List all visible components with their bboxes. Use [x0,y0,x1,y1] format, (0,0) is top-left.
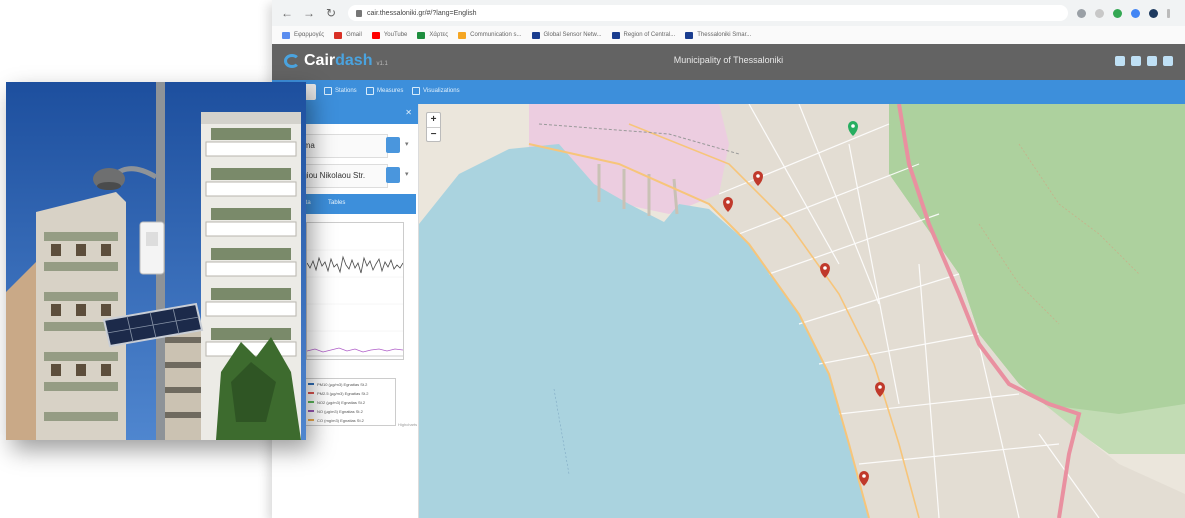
sensor-photo [6,82,306,440]
tab-tables[interactable]: Tables [328,200,345,206]
edit-pollutant-button[interactable] [386,137,400,153]
url-text: cair.thessaloniki.gr/#/?lang=English [367,9,477,17]
toolbar-measures[interactable]: Measures [366,87,403,95]
legend-item[interactable]: CO (mg/m3) Egnatias St.2 [308,416,395,424]
reload-icon[interactable]: ↻ [324,6,338,20]
app-header: Cair dash v1.1 Municipality of Thessalon… [272,44,1185,80]
legend-item[interactable]: PM10 (µg/m3) Egnatias St.2 [308,380,395,388]
pencil-icon [412,87,420,95]
legend-swatch [308,383,314,385]
bookmark-icon [611,31,620,39]
chart-credit[interactable]: Highcharts [398,422,417,427]
back-icon[interactable]: ← [280,6,294,20]
help-icon[interactable] [1163,56,1173,66]
map-tiles [419,104,1185,518]
bookmark-region[interactable]: Region of Central... [611,31,675,39]
puzzle-icon[interactable] [1131,8,1140,18]
bookmark-gmail[interactable]: Gmail [334,31,362,39]
bookmarks-bar: Εφαρμογές Gmail YouTube Χάρτες Communica… [272,26,1185,45]
address-bar: ← → ↻ cair.thessaloniki.gr/#/?lang=Engli… [272,0,1185,26]
youtube-icon [371,31,380,39]
gmail-icon [334,31,343,39]
legend-swatch [308,392,314,394]
bookmark-gsn[interactable]: Global Sensor Netw... [531,31,602,39]
toolbar-stations[interactable]: Stations [324,87,357,95]
forward-icon[interactable]: → [302,6,316,20]
language-icon[interactable] [1131,56,1141,66]
browser-window: ← → ↻ cair.thessaloniki.gr/#/?lang=Engli… [272,0,1185,518]
translate-icon[interactable] [1077,8,1086,18]
extension-icon[interactable] [1113,8,1122,18]
legend-item[interactable]: PM2.5 (µg/m3) Egnatias St.2 [308,389,395,397]
edit-station-button[interactable] [386,167,400,183]
legend-item[interactable]: NO2 (µg/m3) Egnatias St.2 [308,398,395,406]
bookmark-icon [531,31,540,39]
menu-icon[interactable] [1167,8,1170,18]
header-actions [1109,56,1173,66]
bookmark-maps[interactable]: Χάρτες [417,31,448,39]
stations-icon [324,87,332,95]
pm25-series [306,347,404,353]
avatar[interactable] [1149,8,1158,18]
sensor-photo-image [6,82,306,440]
chevron-down-icon[interactable]: ▾ [405,140,409,148]
maps-icon [417,31,426,39]
toolbar: Stations Measures Visualizations [272,80,1185,104]
zoom-out-button[interactable]: − [427,127,440,142]
timeseries-svg [306,249,404,357]
chart-legend: PM10 (µg/m3) Egnatias St.2 PM2.5 (µg/m3)… [304,378,396,426]
user-icon[interactable] [1115,56,1125,66]
url-field[interactable]: cair.thessaloniki.gr/#/?lang=English [348,5,1068,21]
chevron-down-icon[interactable]: ▾ [405,170,409,178]
chart-icon [366,87,374,95]
bookmark-apps[interactable]: Εφαρμογές [282,31,324,39]
toolbar-visualizations[interactable]: Visualizations [412,87,460,95]
legend-item[interactable]: NO (µg/m3) Egnatias St.2 [308,407,395,415]
zoom-control: + − [426,112,441,142]
legend-swatch [308,401,314,403]
zoom-in-button[interactable]: + [427,113,440,127]
bookmark-youtube[interactable]: YouTube [371,31,407,39]
close-icon[interactable]: ✕ [405,108,412,117]
page-title: Municipality of Thessaloniki [673,55,784,65]
folder-icon [458,31,467,39]
timeseries-plot[interactable] [306,222,404,360]
pm10-series [306,255,404,274]
legend-swatch [308,419,314,421]
map-view[interactable]: + − [419,104,1185,518]
bookmark-communications[interactable]: Communication s... [458,31,522,39]
logout-icon[interactable] [1147,56,1157,66]
lock-icon [356,9,362,17]
bookmark-smart-city[interactable]: Thessaloniki Smar... [685,31,751,39]
legend-swatch [308,410,314,412]
panel-tabs: Data Tables [290,194,416,214]
apps-icon [282,31,290,39]
bookmark-icon [685,31,694,39]
star-icon[interactable] [1095,8,1104,18]
